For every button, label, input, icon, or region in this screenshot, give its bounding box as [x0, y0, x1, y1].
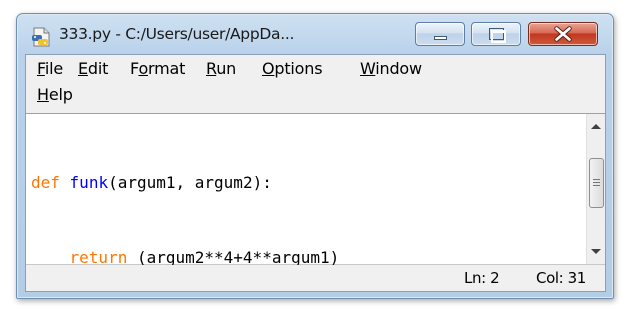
function-name: funk [69, 173, 109, 192]
title-bar[interactable]: 333.py - C:/Users/user/AppDa... [17, 14, 613, 54]
client-area: File Edit Format Run Options Window Help… [25, 54, 606, 292]
menu-options[interactable]: Options [262, 59, 323, 78]
status-column: Col: 31 [536, 269, 586, 287]
code-line-1: def funk(argum1, argum2): [31, 170, 339, 195]
idle-editor-window: 333.py - C:/Users/user/AppDa... File Edi… [16, 13, 614, 299]
vertical-scrollbar[interactable] [586, 114, 605, 264]
menu-window[interactable]: Window [360, 59, 422, 78]
scroll-up-icon[interactable] [591, 124, 601, 129]
maximize-button[interactable] [471, 22, 521, 46]
scroll-down-icon[interactable] [591, 249, 601, 254]
close-button[interactable] [528, 22, 598, 46]
maximize-icon [489, 28, 506, 43]
function-signature: (argum1, argum2): [108, 173, 272, 192]
menu-help[interactable]: Help [37, 85, 73, 104]
status-bar: Ln: 2 Col: 31 [26, 265, 605, 291]
minimize-button[interactable] [415, 22, 465, 46]
keyword-def: def [31, 173, 60, 192]
status-line: Ln: 2 [464, 269, 500, 287]
code-editor[interactable]: def funk(argum1, argum2): return (argum2… [26, 113, 605, 267]
menu-edit[interactable]: Edit [78, 59, 108, 78]
scrollbar-thumb[interactable] [589, 158, 604, 208]
menu-run[interactable]: Run [206, 59, 236, 78]
close-icon [554, 26, 572, 42]
menu-file[interactable]: File [37, 59, 63, 78]
minimize-icon [434, 36, 447, 40]
menu-bar: File Edit Format Run Options Window Help [26, 55, 605, 113]
menu-format[interactable]: Format [130, 59, 185, 78]
window-title: 333.py - C:/Users/user/AppDa... [59, 25, 295, 43]
python-file-icon [32, 27, 50, 47]
